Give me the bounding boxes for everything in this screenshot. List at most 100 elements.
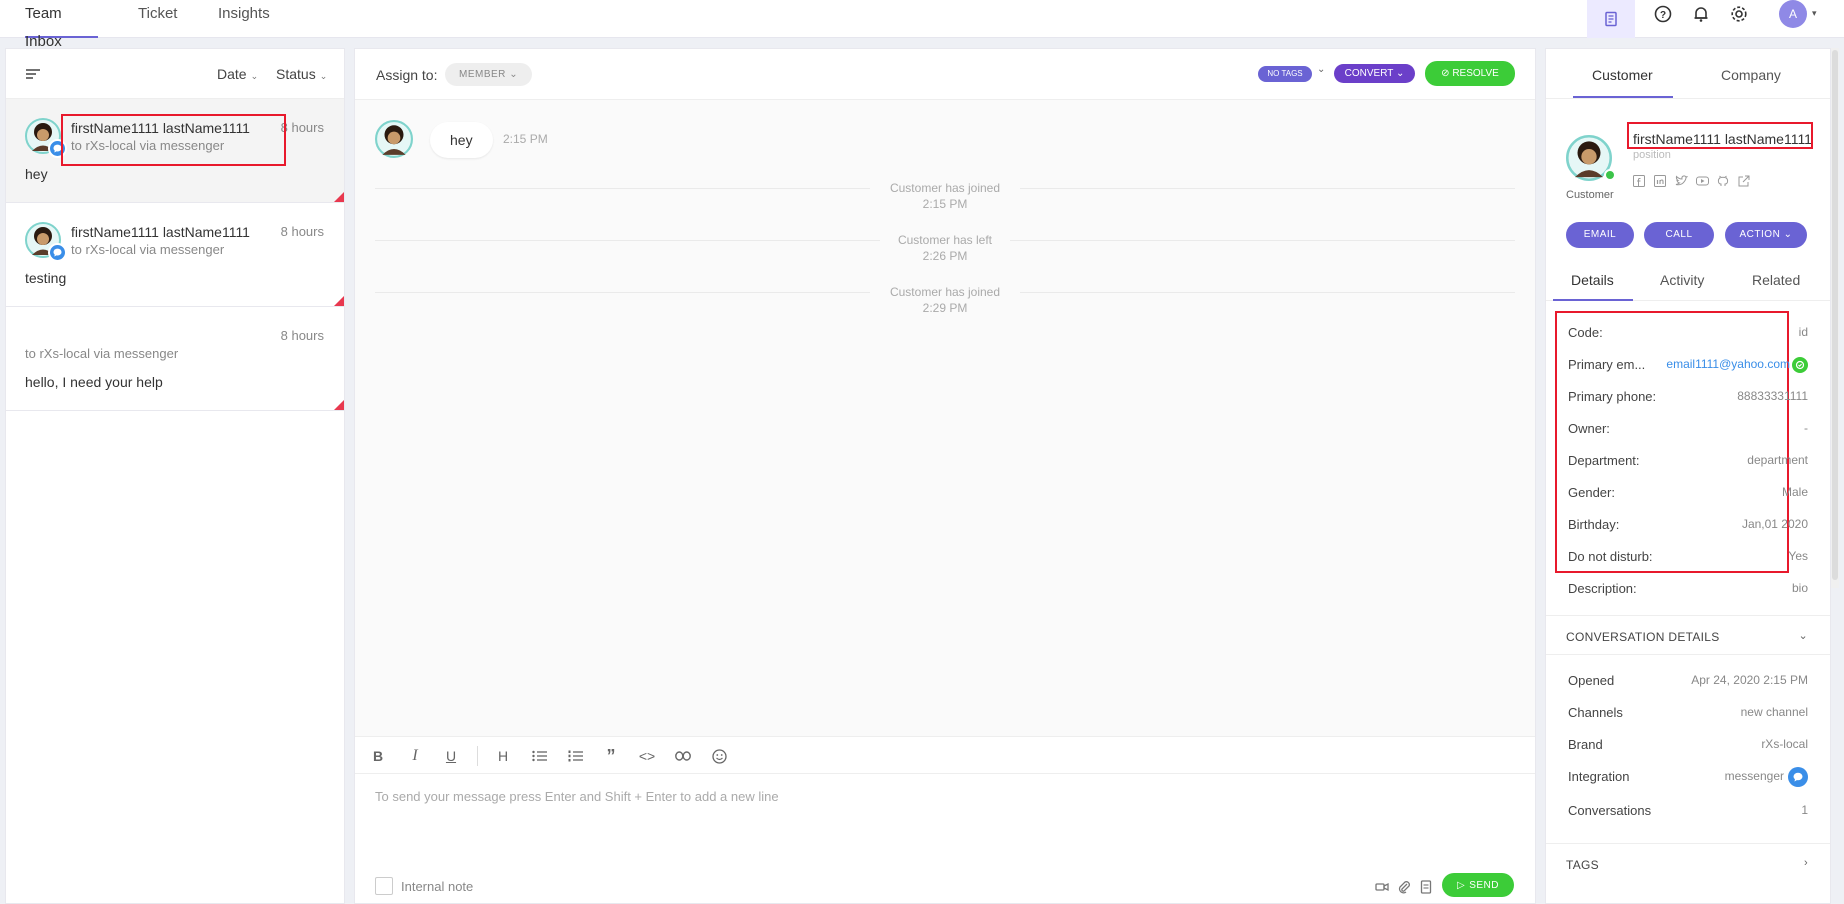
italic-icon[interactable]: I [405,746,425,766]
system-message: Customer has joined 2:15 PM [375,180,1515,212]
tab-ticket[interactable]: Ticket [138,0,177,38]
email-button[interactable]: EMAIL [1566,222,1634,248]
assign-label: Assign to: [376,67,438,83]
conversation-preview: hello, I need your help [25,374,163,390]
scrollbar-thumb[interactable] [1832,50,1838,580]
messenger-icon [1788,767,1808,787]
send-button[interactable]: ▷ SEND [1442,873,1514,897]
facebook-icon[interactable] [1633,175,1647,189]
twitter-icon[interactable] [1675,175,1689,189]
response-template-icon[interactable] [1419,880,1433,894]
tab-insights[interactable]: Insights [218,0,270,38]
link-icon[interactable] [673,746,693,766]
customer-position: position [1633,149,1671,161]
chevron-down-icon: ⌄ [250,71,259,81]
bold-icon[interactable]: B [368,746,388,766]
filter-icon[interactable] [26,69,40,79]
detail-row-code: Code: id [1568,325,1808,340]
unread-marker [334,400,344,410]
tab-related[interactable]: Related [1752,272,1800,288]
chevron-down-icon: ⌄ [319,71,328,81]
internal-note-checkbox[interactable] [375,877,393,895]
detail-row-dnd: Do not disturb: Yes [1568,549,1808,564]
detail-row-phone: Primary phone: 88833331111 [1568,389,1808,404]
resolve-button[interactable]: ⊘ RESOLVE [1425,61,1515,86]
check-circle-icon: ⊘ [1441,68,1450,79]
customer-sidebar: Customer Company Customer firstName1111 … [1545,48,1831,904]
assign-member-select[interactable]: MEMBER ⌄ [445,63,533,86]
conversation-item[interactable]: firstName1111 lastName1111 to rXs-local … [6,203,344,307]
ordered-list-icon[interactable] [565,746,585,766]
active-tab-indicator [1573,96,1673,98]
quote-icon[interactable]: ” [601,746,621,766]
sort-date-button[interactable]: Date ⌄ [217,66,258,82]
customer-name[interactable]: firstName1111 lastName1111 [1633,131,1812,147]
conversation-item[interactable]: to rXs-local via messenger 8 hours hello… [6,307,344,411]
primary-email-link[interactable]: email1111@yahoo.com [1666,357,1790,371]
internal-note-label: Internal note [401,878,474,894]
linkedin-icon[interactable] [1654,175,1668,189]
tags-section-header[interactable]: TAGS › [1546,843,1830,877]
message-time: 2:15 PM [503,132,548,146]
convert-button[interactable]: CONVERT ⌄ [1334,64,1415,83]
svg-text:?: ? [1660,10,1666,21]
conversation-details-section-header[interactable]: CONVERSATION DETAILS ⌄ [1546,615,1830,655]
chevron-down-icon[interactable]: ⌄ [1317,64,1325,75]
detail-row-description: Description: bio [1568,581,1808,596]
tab-team-inbox[interactable]: Team Inbox [25,0,98,50]
detail-row-department: Department: department [1568,453,1808,468]
system-message: Customer has joined 2:29 PM [375,284,1515,316]
conversation-customer-name: firstName1111 lastName1111 [71,224,250,240]
underline-icon[interactable]: U [441,746,461,766]
code-icon[interactable]: <> [637,746,657,766]
tab-activity[interactable]: Activity [1660,272,1704,288]
chevron-down-icon[interactable]: ▾ [1812,8,1817,19]
action-button[interactable]: ACTION ⌄ [1725,222,1807,248]
bell-icon[interactable] [1689,2,1713,26]
user-avatar[interactable]: A [1779,0,1807,28]
notes-icon[interactable] [1587,0,1635,38]
tab-details[interactable]: Details [1571,272,1614,288]
conversation-channel: to rXs-local via messenger [71,242,225,257]
conversation-channel: to rXs-local via messenger [71,138,225,153]
youtube-icon[interactable] [1696,175,1710,189]
conversation-item[interactable]: firstName1111 lastName1111 to rXs-local … [6,99,344,203]
detail-row-integration: Integration messenger [1568,767,1808,787]
verified-icon [1792,357,1808,373]
system-message: Customer has left 2:26 PM [375,232,1515,264]
emoji-icon[interactable] [709,746,729,766]
external-link-icon[interactable] [1738,175,1752,189]
unread-marker [334,296,344,306]
video-icon[interactable] [1375,880,1389,894]
tags-button[interactable]: NO TAGS [1258,66,1312,82]
internal-note-toggle[interactable]: Internal note [375,877,473,895]
customer-type-label: Customer [1566,189,1614,201]
chevron-down-icon: ⌄ [1783,229,1793,240]
tab-customer[interactable]: Customer [1592,67,1653,83]
attachment-icon[interactable] [1397,880,1411,894]
sidebar-scrollbar[interactable] [1831,48,1839,588]
tab-company[interactable]: Company [1721,67,1781,83]
conversation-preview: testing [25,270,67,286]
chevron-down-icon: ⌄ [1798,630,1808,642]
help-icon[interactable]: ? [1651,2,1675,26]
github-icon[interactable] [1717,175,1731,189]
message-input[interactable]: To send your message press Enter and Shi… [375,789,779,804]
heading-icon[interactable]: H [493,746,513,766]
conversation-channel: to rXs-local via messenger [25,346,179,361]
conversation-detail-panel: Assign to: MEMBER ⌄ NO TAGS ⌄ CONVERT ⌄ … [354,48,1536,904]
sort-status-button[interactable]: Status ⌄ [276,66,327,82]
customer-detail-tabs: Details Activity Related [1546,257,1830,301]
detail-row-channels: Channels new channel [1568,705,1808,720]
call-button[interactable]: CALL [1644,222,1714,248]
customer-avatar [375,120,413,158]
send-icon: ▷ [1457,879,1466,891]
toolbar-divider [477,746,478,766]
gear-icon[interactable] [1727,2,1751,26]
unread-marker [334,192,344,202]
bullet-list-icon[interactable] [529,746,549,766]
online-status-indicator [1604,169,1616,181]
conversation-header: Assign to: MEMBER ⌄ NO TAGS ⌄ CONVERT ⌄ … [355,49,1535,100]
conversation-customer-name: firstName1111 lastName1111 [71,120,250,136]
message-bubble: hey [430,122,493,158]
